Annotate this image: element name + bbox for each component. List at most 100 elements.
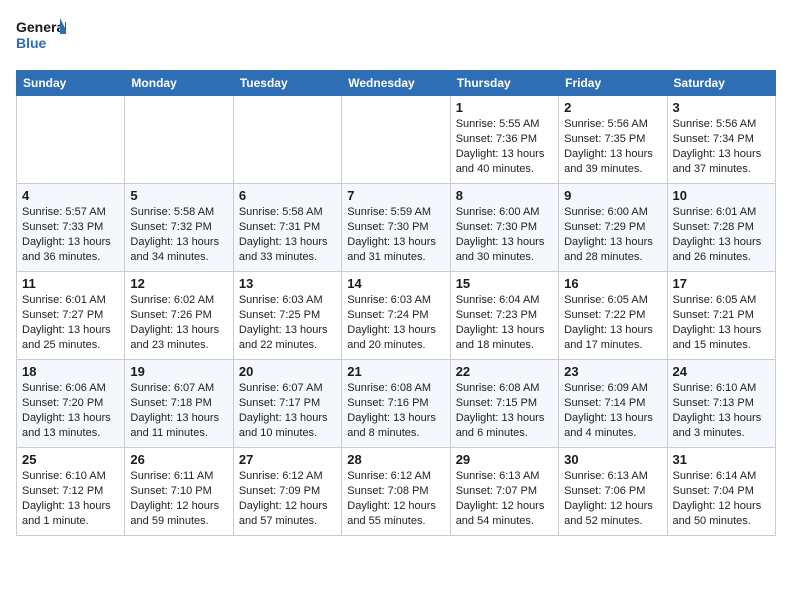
calendar-cell: 10 Sunrise: 6:01 AMSunset: 7:28 PMDayligh…: [667, 184, 775, 272]
calendar-week-2: 4 Sunrise: 5:57 AMSunset: 7:33 PMDaylight…: [17, 184, 776, 272]
calendar-cell: 13 Sunrise: 6:03 AMSunset: 7:25 PMDayligh…: [233, 272, 341, 360]
calendar-cell: 28 Sunrise: 6:12 AMSunset: 7:08 PMDayligh…: [342, 448, 450, 536]
day-number: 17: [673, 276, 770, 291]
day-number: 2: [564, 100, 661, 115]
calendar-cell: 17 Sunrise: 6:05 AMSunset: 7:21 PMDayligh…: [667, 272, 775, 360]
header-sunday: Sunday: [17, 71, 125, 96]
day-info: Sunrise: 5:57 AMSunset: 7:33 PMDaylight:…: [22, 205, 119, 264]
svg-text:Blue: Blue: [16, 35, 47, 51]
calendar-cell: 23Sunrise: 6:09 AMSunset: 7:14 PMDayligh…: [559, 360, 667, 448]
calendar-cell: [233, 96, 341, 184]
calendar-cell: 11Sunrise: 6:01 AMSunset: 7:27 PMDayligh…: [17, 272, 125, 360]
header-saturday: Saturday: [667, 71, 775, 96]
calendar-cell: 14 Sunrise: 6:03 AMSunset: 7:24 PMDayligh…: [342, 272, 450, 360]
header-wednesday: Wednesday: [342, 71, 450, 96]
day-number: 28: [347, 452, 444, 467]
calendar-cell: 29Sunrise: 6:13 AMSunset: 7:07 PMDayligh…: [450, 448, 558, 536]
calendar-cell: 6 Sunrise: 5:58 AMSunset: 7:31 PMDaylight…: [233, 184, 341, 272]
header-friday: Friday: [559, 71, 667, 96]
calendar-week-1: 1 Sunrise: 5:55 AMSunset: 7:36 PMDaylight…: [17, 96, 776, 184]
day-number: 26: [130, 452, 227, 467]
day-info: Sunrise: 6:04 AMSunset: 7:23 PMDaylight:…: [456, 293, 553, 352]
logo: General Blue: [16, 16, 66, 58]
day-info: Sunrise: 6:06 AMSunset: 7:20 PMDaylight:…: [22, 381, 119, 440]
day-number: 14: [347, 276, 444, 291]
day-info: Sunrise: 6:01 AMSunset: 7:28 PMDaylight:…: [673, 205, 770, 264]
calendar-cell: 20 Sunrise: 6:07 AMSunset: 7:17 PMDayligh…: [233, 360, 341, 448]
day-number: 7: [347, 188, 444, 203]
day-info: Sunrise: 6:08 AMSunset: 7:15 PMDaylight:…: [456, 381, 553, 440]
day-number: 1: [456, 100, 553, 115]
calendar-cell: 3 Sunrise: 5:56 AMSunset: 7:34 PMDaylight…: [667, 96, 775, 184]
day-info: Sunrise: 5:55 AMSunset: 7:36 PMDaylight:…: [456, 117, 553, 176]
day-info: Sunrise: 5:56 AMSunset: 7:34 PMDaylight:…: [673, 117, 770, 176]
calendar-week-5: 25Sunrise: 6:10 AMSunset: 7:12 PMDayligh…: [17, 448, 776, 536]
day-number: 13: [239, 276, 336, 291]
day-info: Sunrise: 6:11 AMSunset: 7:10 PMDaylight:…: [130, 469, 227, 528]
day-number: 5: [130, 188, 227, 203]
day-number: 20: [239, 364, 336, 379]
calendar-cell: [125, 96, 233, 184]
calendar-table: SundayMondayTuesdayWednesdayThursdayFrid…: [16, 70, 776, 536]
calendar-cell: 12Sunrise: 6:02 AMSunset: 7:26 PMDayligh…: [125, 272, 233, 360]
day-number: 4: [22, 188, 119, 203]
day-info: Sunrise: 6:03 AMSunset: 7:24 PMDaylight:…: [347, 293, 444, 352]
header-monday: Monday: [125, 71, 233, 96]
day-info: Sunrise: 5:56 AMSunset: 7:35 PMDaylight:…: [564, 117, 661, 176]
calendar-cell: 26 Sunrise: 6:11 AMSunset: 7:10 PMDayligh…: [125, 448, 233, 536]
day-info: Sunrise: 6:10 AMSunset: 7:13 PMDaylight:…: [673, 381, 770, 440]
day-info: Sunrise: 6:12 AMSunset: 7:09 PMDaylight:…: [239, 469, 336, 528]
calendar-cell: 15 Sunrise: 6:04 AMSunset: 7:23 PMDayligh…: [450, 272, 558, 360]
day-number: 16: [564, 276, 661, 291]
calendar-cell: 22Sunrise: 6:08 AMSunset: 7:15 PMDayligh…: [450, 360, 558, 448]
header-tuesday: Tuesday: [233, 71, 341, 96]
calendar-header-row: SundayMondayTuesdayWednesdayThursdayFrid…: [17, 71, 776, 96]
day-number: 3: [673, 100, 770, 115]
calendar-week-4: 18 Sunrise: 6:06 AMSunset: 7:20 PMDayligh…: [17, 360, 776, 448]
day-number: 6: [239, 188, 336, 203]
day-number: 27: [239, 452, 336, 467]
day-number: 21: [347, 364, 444, 379]
calendar-cell: 1 Sunrise: 5:55 AMSunset: 7:36 PMDaylight…: [450, 96, 558, 184]
calendar-cell: 31Sunrise: 6:14 AMSunset: 7:04 PMDayligh…: [667, 448, 775, 536]
day-info: Sunrise: 6:13 AMSunset: 7:06 PMDaylight:…: [564, 469, 661, 528]
calendar-cell: 2 Sunrise: 5:56 AMSunset: 7:35 PMDaylight…: [559, 96, 667, 184]
day-info: Sunrise: 6:12 AMSunset: 7:08 PMDaylight:…: [347, 469, 444, 528]
day-number: 10: [673, 188, 770, 203]
calendar-week-3: 11Sunrise: 6:01 AMSunset: 7:27 PMDayligh…: [17, 272, 776, 360]
day-info: Sunrise: 5:58 AMSunset: 7:31 PMDaylight:…: [239, 205, 336, 264]
day-info: Sunrise: 6:07 AMSunset: 7:17 PMDaylight:…: [239, 381, 336, 440]
calendar-cell: 21Sunrise: 6:08 AMSunset: 7:16 PMDayligh…: [342, 360, 450, 448]
day-info: Sunrise: 6:09 AMSunset: 7:14 PMDaylight:…: [564, 381, 661, 440]
calendar-cell: 7 Sunrise: 5:59 AMSunset: 7:30 PMDaylight…: [342, 184, 450, 272]
calendar-cell: 25Sunrise: 6:10 AMSunset: 7:12 PMDayligh…: [17, 448, 125, 536]
day-number: 25: [22, 452, 119, 467]
day-info: Sunrise: 5:59 AMSunset: 7:30 PMDaylight:…: [347, 205, 444, 264]
day-info: Sunrise: 5:58 AMSunset: 7:32 PMDaylight:…: [130, 205, 227, 264]
day-number: 8: [456, 188, 553, 203]
header-thursday: Thursday: [450, 71, 558, 96]
day-number: 15: [456, 276, 553, 291]
calendar-cell: 5 Sunrise: 5:58 AMSunset: 7:32 PMDaylight…: [125, 184, 233, 272]
day-number: 18: [22, 364, 119, 379]
calendar-cell: 19Sunrise: 6:07 AMSunset: 7:18 PMDayligh…: [125, 360, 233, 448]
page-header: General Blue: [16, 16, 776, 58]
calendar-cell: [17, 96, 125, 184]
day-number: 12: [130, 276, 227, 291]
day-info: Sunrise: 6:00 AMSunset: 7:30 PMDaylight:…: [456, 205, 553, 264]
day-number: 29: [456, 452, 553, 467]
day-number: 19: [130, 364, 227, 379]
calendar-cell: [342, 96, 450, 184]
calendar-cell: 9Sunrise: 6:00 AMSunset: 7:29 PMDaylight…: [559, 184, 667, 272]
calendar-cell: 24Sunrise: 6:10 AMSunset: 7:13 PMDayligh…: [667, 360, 775, 448]
calendar-cell: 4 Sunrise: 5:57 AMSunset: 7:33 PMDaylight…: [17, 184, 125, 272]
svg-text:General: General: [16, 19, 66, 35]
calendar-cell: 27 Sunrise: 6:12 AMSunset: 7:09 PMDayligh…: [233, 448, 341, 536]
day-number: 11: [22, 276, 119, 291]
day-info: Sunrise: 6:05 AMSunset: 7:21 PMDaylight:…: [673, 293, 770, 352]
day-info: Sunrise: 6:05 AMSunset: 7:22 PMDaylight:…: [564, 293, 661, 352]
calendar-cell: 8 Sunrise: 6:00 AMSunset: 7:30 PMDaylight…: [450, 184, 558, 272]
day-info: Sunrise: 6:14 AMSunset: 7:04 PMDaylight:…: [673, 469, 770, 528]
day-info: Sunrise: 6:03 AMSunset: 7:25 PMDaylight:…: [239, 293, 336, 352]
day-info: Sunrise: 6:00 AMSunset: 7:29 PMDaylight:…: [564, 205, 661, 264]
